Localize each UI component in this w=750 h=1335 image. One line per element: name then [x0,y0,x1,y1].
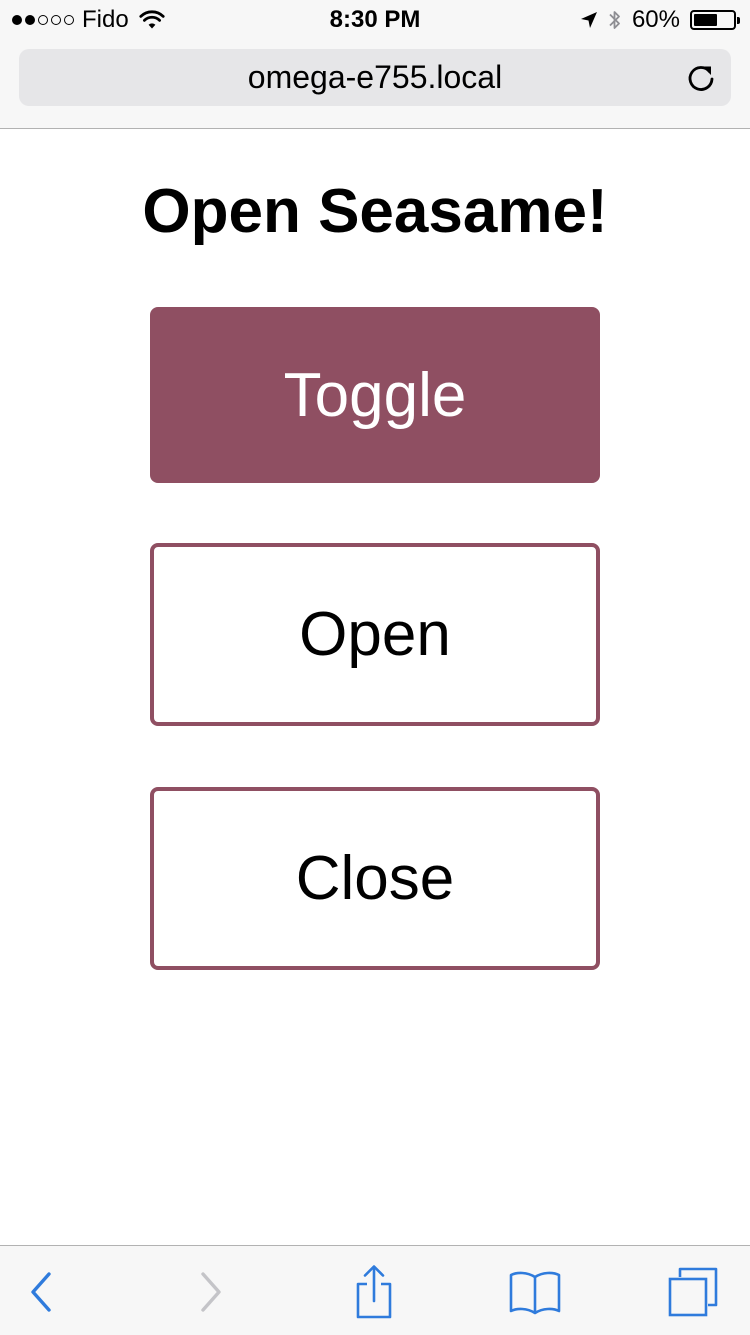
address-bar[interactable]: omega-e755.local [19,49,731,106]
browser-nav-area: omega-e755.local [0,40,750,129]
share-icon [356,1265,392,1319]
share-button[interactable] [344,1262,404,1322]
page-title: Open Seasame! [142,177,608,246]
battery-icon [690,10,740,30]
forward-icon [201,1272,221,1312]
toggle-button[interactable]: Toggle [150,307,600,483]
browser-toolbar [0,1245,750,1335]
back-icon [31,1272,51,1312]
status-right: 60% [580,6,740,34]
battery-percent: 60% [631,6,680,33]
tabs-button[interactable] [663,1262,723,1322]
battery-fill [694,14,717,26]
reload-icon[interactable] [685,62,717,94]
status-bar: Fido 8:30 PM 60% [0,0,750,40]
bookmarks-button[interactable] [505,1262,565,1322]
back-button[interactable] [12,1262,72,1322]
bluetooth-icon [609,11,620,29]
forward-button[interactable] [180,1262,240,1322]
close-button[interactable]: Close [150,787,600,970]
tabs-icon [668,1267,718,1317]
open-button[interactable]: Open [150,543,600,726]
url-text[interactable]: omega-e755.local [19,49,731,106]
battery-tip [737,17,740,24]
location-arrow-icon [580,12,597,28]
bookmarks-icon [509,1271,561,1315]
